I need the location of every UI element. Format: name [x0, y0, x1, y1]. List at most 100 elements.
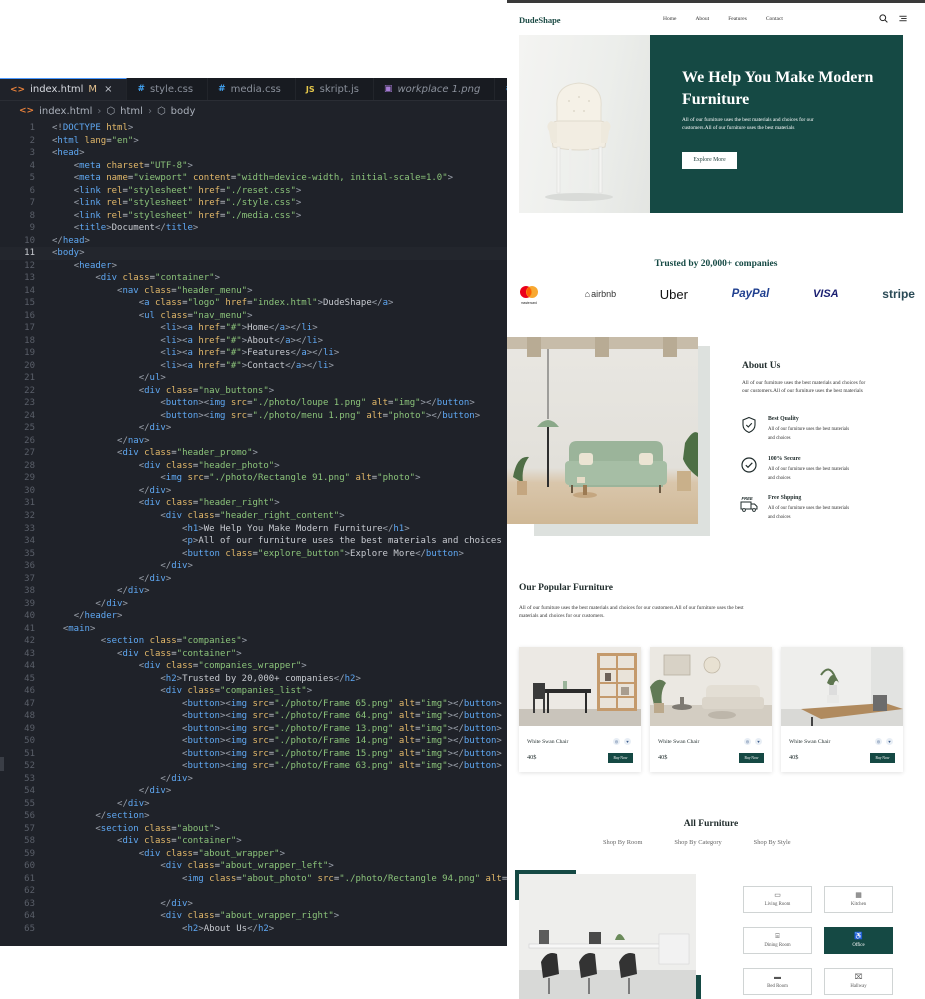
search-icon[interactable]: [879, 14, 888, 23]
code-line[interactable]: 53 </div>: [0, 773, 507, 786]
code-line[interactable]: 20 <li><a href="#">Contact</a></li>: [0, 360, 507, 373]
paypal-logo[interactable]: PayPal: [732, 282, 770, 306]
code-line[interactable]: 13 <div class="container">: [0, 272, 507, 285]
code-line[interactable]: 27 <div class="header_promo">: [0, 447, 507, 460]
code-line[interactable]: 40 </header>: [0, 610, 507, 623]
code-line[interactable]: 7 <link rel="stylesheet" href="./style.c…: [0, 197, 507, 210]
code-line[interactable]: 58 <div class="container">: [0, 835, 507, 848]
code-line[interactable]: 11 <body>: [0, 247, 507, 260]
code-line[interactable]: 5 <meta name="viewport" content="width=d…: [0, 172, 507, 185]
compare-icon[interactable]: ◎: [744, 738, 751, 745]
like-icon[interactable]: ♥: [624, 738, 631, 745]
tab-shop-by-category[interactable]: Shop By Category: [674, 839, 721, 846]
code-line[interactable]: 36 </div>: [0, 560, 507, 573]
code-line[interactable]: 33 <h1>We Help You Make Modern Furniture…: [0, 523, 507, 536]
menu-icon[interactable]: [898, 14, 908, 23]
code-area[interactable]: 1 <!DOCTYPE html> 2 <html lang="en"> 3 <head>…: [0, 122, 507, 946]
code-line[interactable]: 4 <meta charset="UTF-8">: [0, 160, 507, 173]
room-living-room[interactable]: ▭ Living Room: [743, 886, 812, 913]
tab-style-css[interactable]: # style.css: [127, 78, 209, 100]
uber-logo[interactable]: Uber: [660, 282, 688, 306]
code-line[interactable]: 2 <html lang="en">: [0, 135, 507, 148]
code-line[interactable]: 50 <button><img src="./photo/Frame 14.pn…: [0, 735, 507, 748]
mastercard-logo[interactable]: mastercard: [517, 282, 541, 306]
code-line[interactable]: 38 </div>: [0, 585, 507, 598]
product-card[interactable]: White Swan Chair ◎ ♥ 40$ Buy Now: [519, 647, 641, 772]
code-line[interactable]: 59 <div class="about_wrapper">: [0, 848, 507, 861]
code-line[interactable]: 9 <title>Document</title>: [0, 222, 507, 235]
code-line[interactable]: 8 <link rel="stylesheet" href="./media.c…: [0, 210, 507, 223]
code-line[interactable]: 32 <div class="header_right_content">: [0, 510, 507, 523]
code-line[interactable]: 22 <div class="nav_buttons">: [0, 385, 507, 398]
code-line[interactable]: 41 <main>: [0, 623, 507, 636]
code-line[interactable]: 65 <h2>About Us</h2>: [0, 923, 507, 936]
room-dining-room[interactable]: ⌸ Dining Room: [743, 927, 812, 954]
code-line[interactable]: 3 <head>: [0, 147, 507, 160]
code-line[interactable]: 1 <!DOCTYPE html>: [0, 122, 507, 135]
code-line[interactable]: 54 </div>: [0, 785, 507, 798]
code-line[interactable]: 25 </div>: [0, 422, 507, 435]
breadcrumb-item[interactable]: body: [171, 106, 196, 117]
buy-now-button[interactable]: Buy Now: [739, 753, 764, 763]
code-line[interactable]: 26 </nav>: [0, 435, 507, 448]
visa-logo[interactable]: VISA: [813, 282, 839, 306]
breadcrumb-item[interactable]: index.html: [39, 106, 92, 117]
tab-media-css[interactable]: # media.css: [208, 78, 296, 100]
code-line[interactable]: 49 <button><img src="./photo/Frame 13.pn…: [0, 723, 507, 736]
code-line[interactable]: 47 <button><img src="./photo/Frame 65.pn…: [0, 698, 507, 711]
compare-icon[interactable]: ◎: [875, 738, 882, 745]
code-line[interactable]: 21 </ul>: [0, 372, 507, 385]
code-line[interactable]: 15 <a class="logo" href="index.html">Dud…: [0, 297, 507, 310]
buy-now-button[interactable]: Buy Now: [870, 753, 895, 763]
tab-reset-css[interactable]: # reset: [495, 78, 507, 100]
code-line[interactable]: 64 <div class="about_wrapper_right">: [0, 910, 507, 923]
close-icon[interactable]: ×: [104, 84, 112, 95]
tab-workplace-png[interactable]: ▣ workplace 1.png: [374, 78, 496, 100]
breadcrumb-item[interactable]: html: [120, 106, 143, 117]
room-office[interactable]: ♿ Office: [824, 927, 893, 954]
product-card[interactable]: White Swan Chair ◎ ♥ 40$ Buy Now: [650, 647, 772, 772]
code-line[interactable]: 48 <button><img src="./photo/Frame 64.pn…: [0, 710, 507, 723]
code-line[interactable]: 14 <nav class="header_menu">: [0, 285, 507, 298]
compare-icon[interactable]: ◎: [613, 738, 620, 745]
code-line[interactable]: 39 </div>: [0, 598, 507, 611]
code-line[interactable]: 57 <section class="about">: [0, 823, 507, 836]
code-line[interactable]: 62: [0, 885, 507, 898]
code-line[interactable]: 45 <h2>Trusted by 20,000+ companies</h2>: [0, 673, 507, 686]
code-line[interactable]: 56 </section>: [0, 810, 507, 823]
tab-shop-by-style[interactable]: Shop By Style: [754, 839, 791, 846]
like-icon[interactable]: ♥: [755, 738, 762, 745]
code-line[interactable]: 10 </head>: [0, 235, 507, 248]
code-line[interactable]: 28 <div class="header_photo">: [0, 460, 507, 473]
code-line[interactable]: 17 <li><a href="#">Home</a></li>: [0, 322, 507, 335]
code-line[interactable]: 55 </div>: [0, 798, 507, 811]
code-line[interactable]: 30 </div>: [0, 485, 507, 498]
code-line[interactable]: 16 <ul class="nav_menu">: [0, 310, 507, 323]
code-line[interactable]: 44 <div class="companies_wrapper">: [0, 660, 507, 673]
code-line[interactable]: 51 <button><img src="./photo/Frame 15.pn…: [0, 748, 507, 761]
tab-skript-js[interactable]: JS skript.js: [296, 78, 374, 100]
stripe-logo[interactable]: stripe: [882, 282, 915, 306]
airbnb-logo[interactable]: ⌂ airbnb: [585, 282, 616, 306]
nav-item-home[interactable]: Home: [663, 16, 676, 22]
site-logo[interactable]: DudeShape: [519, 15, 561, 25]
code-line[interactable]: 61 <img class="about_photo" src="./photo…: [0, 873, 507, 886]
code-line[interactable]: 46 <div class="companies_list">: [0, 685, 507, 698]
code-line[interactable]: 6 <link rel="stylesheet" href="./reset.c…: [0, 185, 507, 198]
tab-index-html[interactable]: <> index.html M ×: [0, 78, 128, 100]
code-line[interactable]: 34 <p>All of our furniture uses the best…: [0, 535, 507, 548]
code-line[interactable]: 23 <button><img src="./photo/loupe 1.png…: [0, 397, 507, 410]
code-line[interactable]: 19 <li><a href="#">Features</a></li>: [0, 347, 507, 360]
room-hallway[interactable]: ⌧ Hallway: [824, 968, 893, 995]
code-line[interactable]: 60 <div class="about_wrapper_left">: [0, 860, 507, 873]
code-line[interactable]: 29 <img src="./photo/Rectangle 91.png" a…: [0, 472, 507, 485]
code-line[interactable]: 35 <button class="explore_button">Explor…: [0, 548, 507, 561]
code-line[interactable]: 18 <li><a href="#">About</a></li>: [0, 335, 507, 348]
room-bed-room[interactable]: ▬ Bed Room: [743, 968, 812, 995]
code-line[interactable]: 37 </div>: [0, 573, 507, 586]
buy-now-button[interactable]: Buy Now: [608, 753, 633, 763]
code-line[interactable]: 43 <div class="container">: [0, 648, 507, 661]
code-line[interactable]: 42 <section class="companies">: [0, 635, 507, 648]
tab-shop-by-room[interactable]: Shop By Room: [603, 839, 642, 846]
nav-item-features[interactable]: Features: [728, 16, 747, 22]
